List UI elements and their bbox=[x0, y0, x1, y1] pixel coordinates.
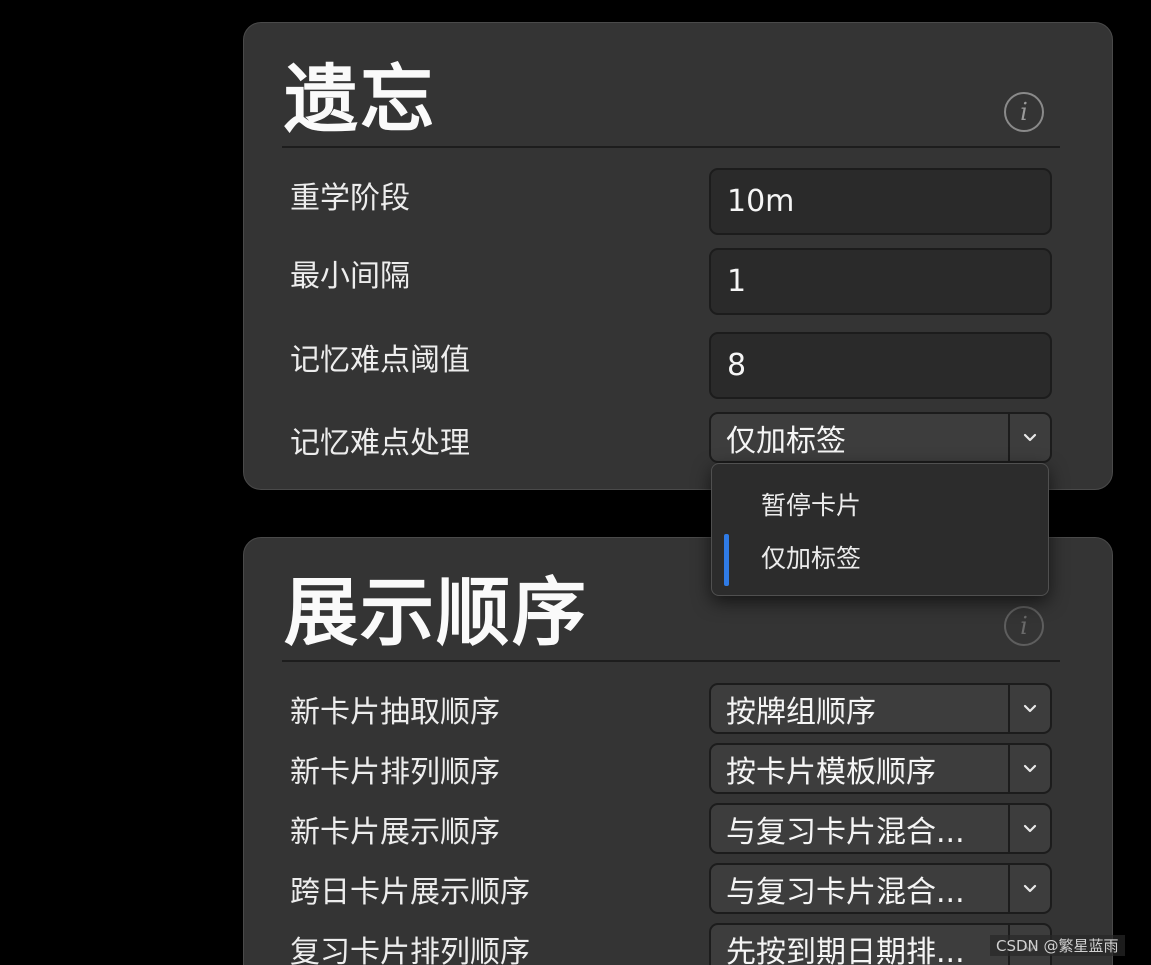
interday-learning-order-select[interactable]: 与复习卡片混合... bbox=[709, 863, 1052, 914]
select-value: 与复习卡片混合... bbox=[726, 874, 965, 910]
select-value: 与复习卡片混合... bbox=[726, 814, 965, 850]
select-value: 仅加标签 bbox=[726, 423, 846, 459]
deck-options-page: 遗忘 i 重学阶段 10m 最小间隔 1 记忆难点阈值 8 记忆难点处理 仅加标… bbox=[0, 0, 1151, 965]
chevron-down-icon[interactable] bbox=[1008, 865, 1050, 912]
dropdown-option-suspend[interactable]: 暂停卡片 bbox=[712, 478, 1048, 530]
new-card-gather-order-label: 新卡片抽取顺序 bbox=[290, 695, 500, 730]
review-sort-order-label: 复习卡片排列顺序 bbox=[290, 935, 530, 965]
new-review-order-select[interactable]: 与复习卡片混合... bbox=[709, 803, 1052, 854]
minimum-interval-label: 最小间隔 bbox=[290, 259, 410, 294]
chevron-down-icon[interactable] bbox=[1008, 805, 1050, 852]
select-value: 按牌组顺序 bbox=[726, 694, 876, 730]
leech-threshold-input[interactable]: 8 bbox=[709, 332, 1052, 399]
leech-action-dropdown-menu: 暂停卡片 仅加标签 bbox=[711, 463, 1049, 596]
new-review-order-label: 新卡片展示顺序 bbox=[290, 815, 500, 850]
chevron-down-icon[interactable] bbox=[1008, 685, 1050, 732]
lapses-section: 遗忘 i 重学阶段 10m 最小间隔 1 记忆难点阈值 8 记忆难点处理 仅加标… bbox=[243, 22, 1113, 490]
section-title: 遗忘 bbox=[284, 57, 436, 143]
watermark: CSDN @繁星蓝雨 bbox=[990, 935, 1125, 956]
info-icon[interactable]: i bbox=[1004, 92, 1044, 132]
new-card-sort-order-label: 新卡片排列顺序 bbox=[290, 755, 500, 790]
interday-learning-order-label: 跨日卡片展示顺序 bbox=[290, 875, 530, 910]
section-divider bbox=[282, 146, 1060, 148]
new-card-sort-order-select[interactable]: 按卡片模板顺序 bbox=[709, 743, 1052, 794]
option-label: 仅加标签 bbox=[761, 544, 862, 573]
section-title: 展示顺序 bbox=[284, 570, 588, 656]
option-label: 暂停卡片 bbox=[761, 491, 862, 520]
leech-action-select[interactable]: 仅加标签 bbox=[709, 412, 1052, 463]
select-value: 先按到期日期排... bbox=[726, 934, 965, 965]
selected-indicator bbox=[724, 534, 729, 586]
chevron-down-icon[interactable] bbox=[1008, 745, 1050, 792]
section-divider bbox=[282, 660, 1060, 662]
leech-action-label: 记忆难点处理 bbox=[290, 426, 470, 461]
leech-threshold-label: 记忆难点阈值 bbox=[290, 343, 470, 378]
display-order-section: 展示顺序 i 新卡片抽取顺序 按牌组顺序 新卡片排列顺序 按卡片模板顺序 新卡片… bbox=[243, 537, 1113, 965]
info-icon[interactable]: i bbox=[1004, 606, 1044, 646]
dropdown-option-tag-only[interactable]: 仅加标签 bbox=[712, 531, 1048, 586]
chevron-down-icon[interactable] bbox=[1008, 414, 1050, 461]
relearning-steps-label: 重学阶段 bbox=[290, 181, 410, 216]
relearning-steps-input[interactable]: 10m bbox=[709, 168, 1052, 235]
minimum-interval-input[interactable]: 1 bbox=[709, 248, 1052, 315]
select-value: 按卡片模板顺序 bbox=[726, 754, 936, 790]
new-card-gather-order-select[interactable]: 按牌组顺序 bbox=[709, 683, 1052, 734]
